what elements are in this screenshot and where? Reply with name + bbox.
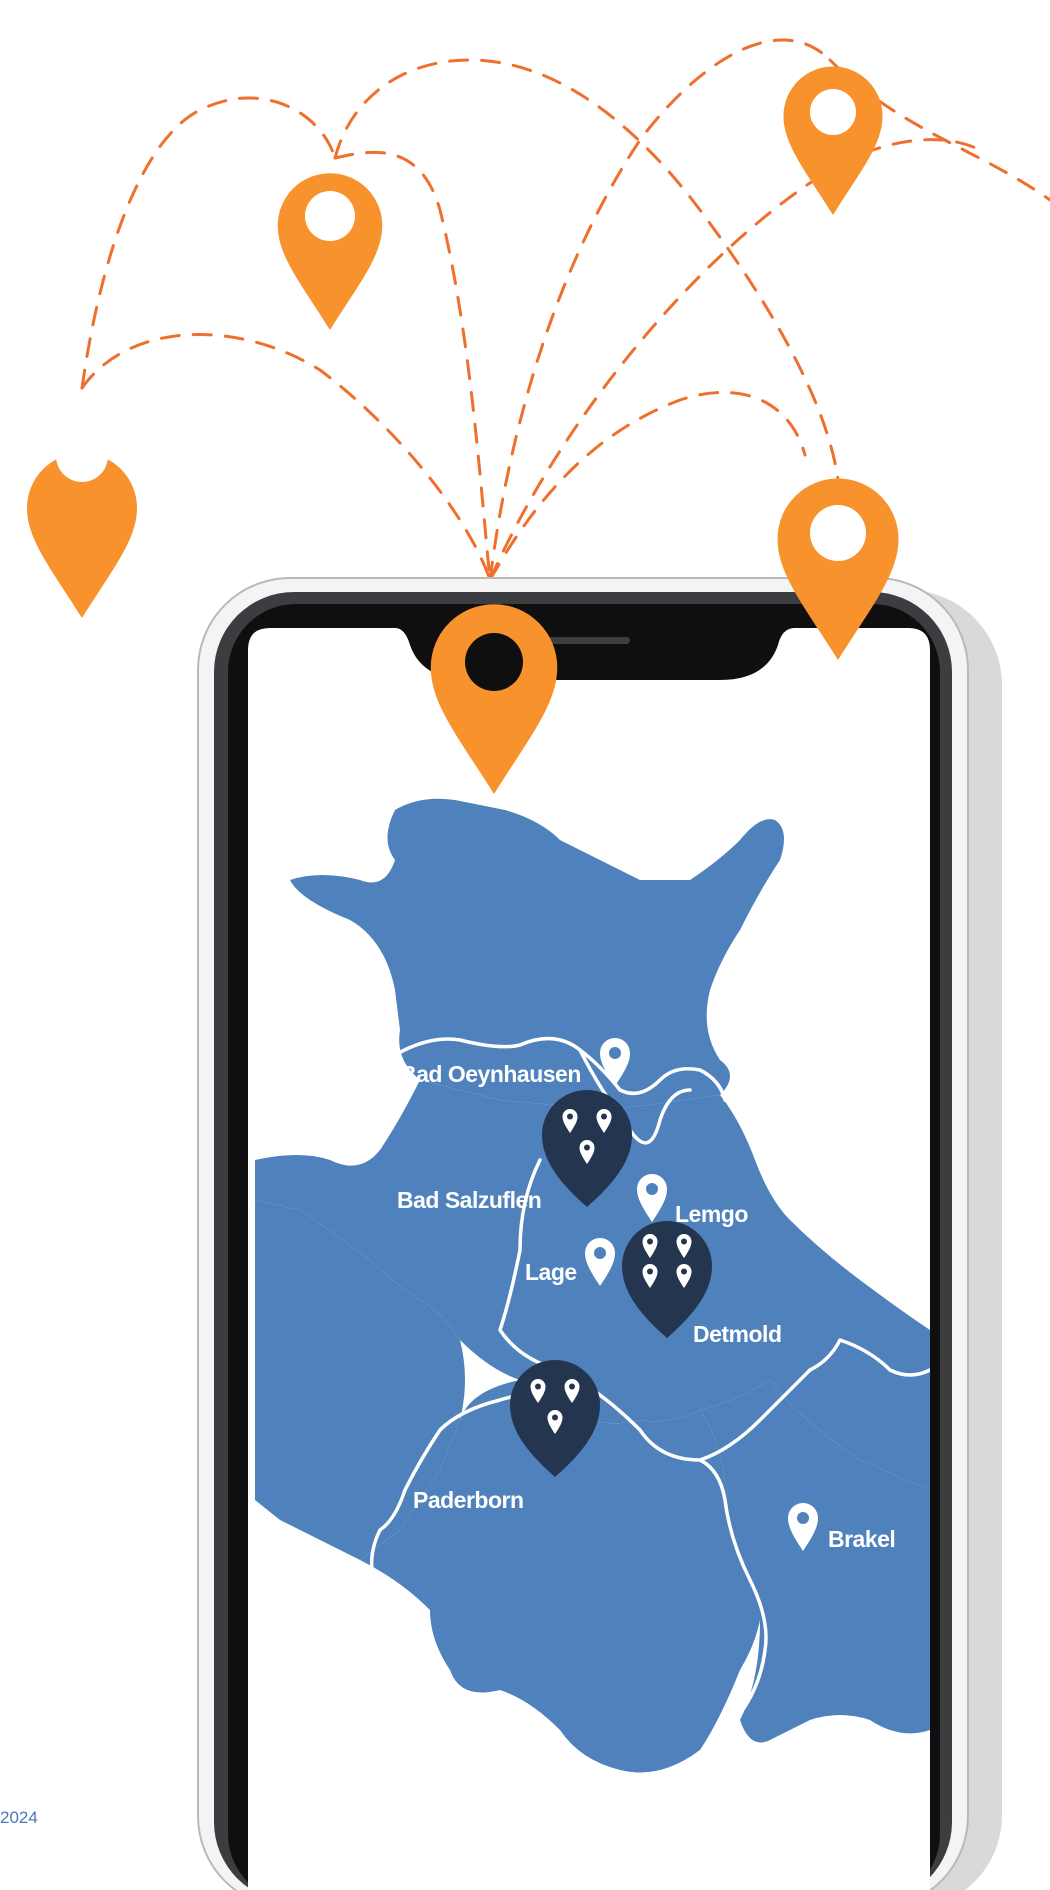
city-label-paderborn: Paderborn [413, 1487, 524, 1513]
map-pin-icon[interactable] [783, 66, 883, 215]
map-pin-icon[interactable] [277, 173, 383, 330]
year-caption: 2024 [0, 1808, 38, 1827]
route-lines [80, 38, 1050, 582]
city-label-lage: Lage [525, 1259, 577, 1285]
city-label-bad-oeynhausen: Bad Oeynhausen [400, 1061, 581, 1087]
city-label-lemgo: Lemgo [675, 1201, 748, 1227]
map-pin-icon[interactable] [26, 430, 137, 618]
city-label-detmold: Detmold [693, 1321, 782, 1347]
route-line [488, 138, 982, 582]
route-line [488, 38, 832, 582]
route-line [80, 333, 492, 582]
city-label-brakel: Brakel [828, 1526, 895, 1552]
city-label-bad-salzuflen: Bad Salzuflen [397, 1187, 541, 1213]
speaker-grille [540, 637, 630, 644]
illustration: Bad Oeynhausen Bad Salzuflen Lemgo Lage … [26, 38, 1050, 1890]
route-line [333, 58, 840, 482]
